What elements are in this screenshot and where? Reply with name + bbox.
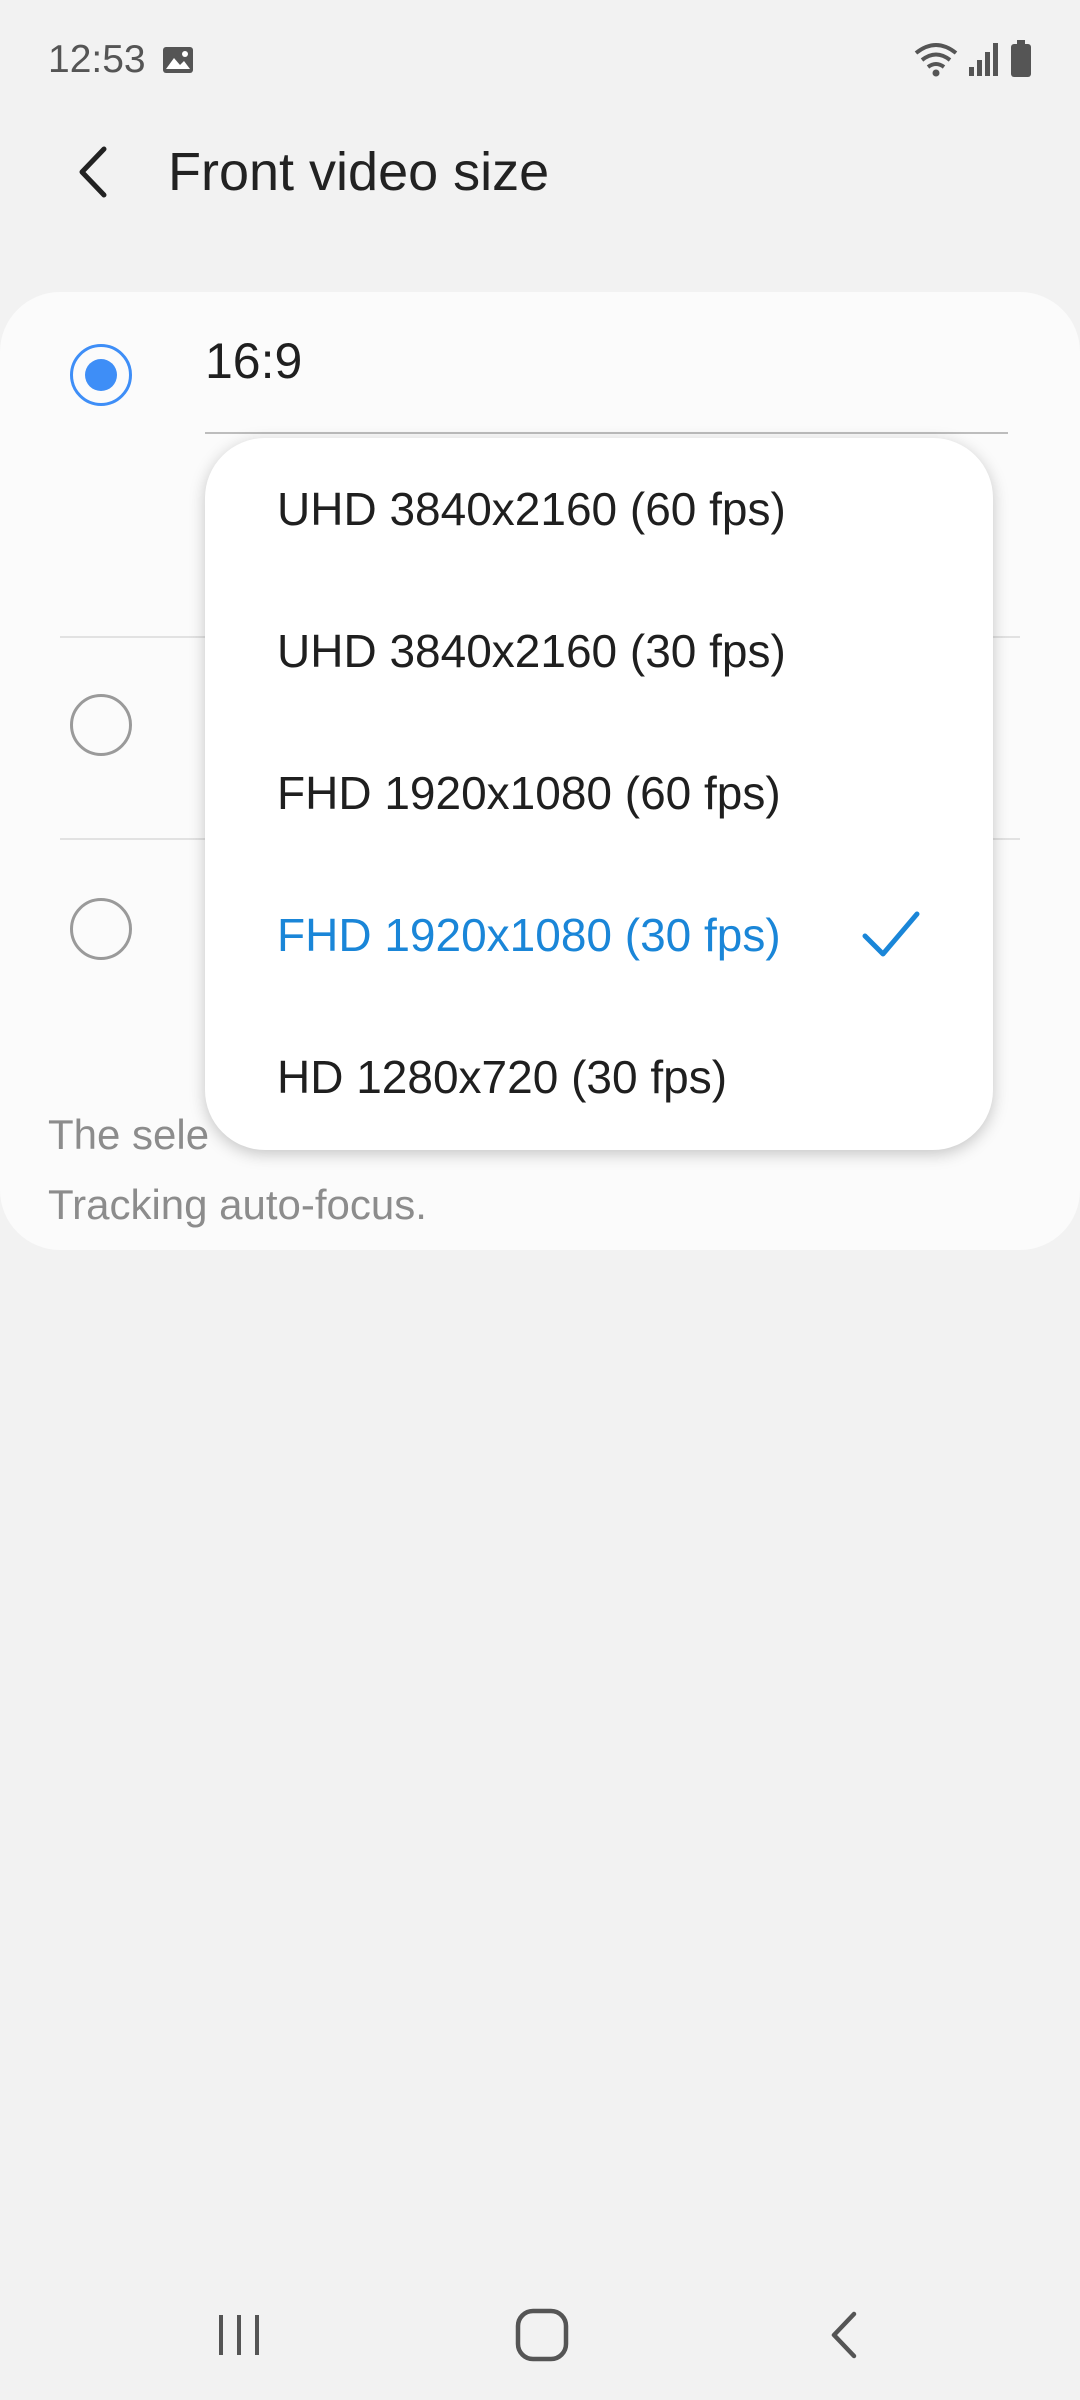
signal-icon [968,41,1000,77]
card-note-line2: Tracking auto-focus. [48,1181,427,1228]
dropdown-item-label: HD 1280x720 (30 fps) [277,1051,728,1103]
radio-button-selected[interactable] [70,344,132,406]
radio-button[interactable] [70,694,132,756]
checkmark-icon [861,908,921,962]
resolution-dropdown-underline [205,432,1008,434]
system-nav-bar [0,2270,1080,2400]
home-icon[interactable] [502,2300,582,2370]
app-header: Front video size [0,124,1080,224]
nav-back-icon[interactable] [804,2300,884,2370]
status-time: 12:53 [48,38,146,81]
page-title: Front video size [168,142,550,202]
dropdown-item-hd-30[interactable]: HD 1280x720 (30 fps) [205,1006,993,1148]
wifi-icon [914,41,958,77]
back-arrow-icon[interactable] [62,142,122,202]
dropdown-item-label: UHD 3840x2160 (30 fps) [277,625,786,677]
dropdown-item-uhd-30[interactable]: UHD 3840x2160 (30 fps) [205,580,993,722]
image-notification-icon [162,46,194,74]
recent-apps-icon[interactable] [200,2300,280,2370]
dropdown-item-label: UHD 3840x2160 (60 fps) [277,483,786,535]
dropdown-item-fhd-30[interactable]: FHD 1920x1080 (30 fps) [205,864,993,1006]
dropdown-item-fhd-60[interactable]: FHD 1920x1080 (60 fps) [205,722,993,864]
dropdown-item-label: FHD 1920x1080 (60 fps) [277,767,781,819]
dropdown-item-uhd-60[interactable]: UHD 3840x2160 (60 fps) [205,438,993,580]
radio-button[interactable] [70,898,132,960]
dropdown-item-label: FHD 1920x1080 (30 fps) [277,909,781,961]
battery-icon [1010,40,1032,78]
status-bar: 12:53 [0,0,1080,124]
ratio-label: 16:9 [205,333,303,389]
resolution-dropdown-menu: UHD 3840x2160 (60 fps) UHD 3840x2160 (30… [205,438,993,1150]
